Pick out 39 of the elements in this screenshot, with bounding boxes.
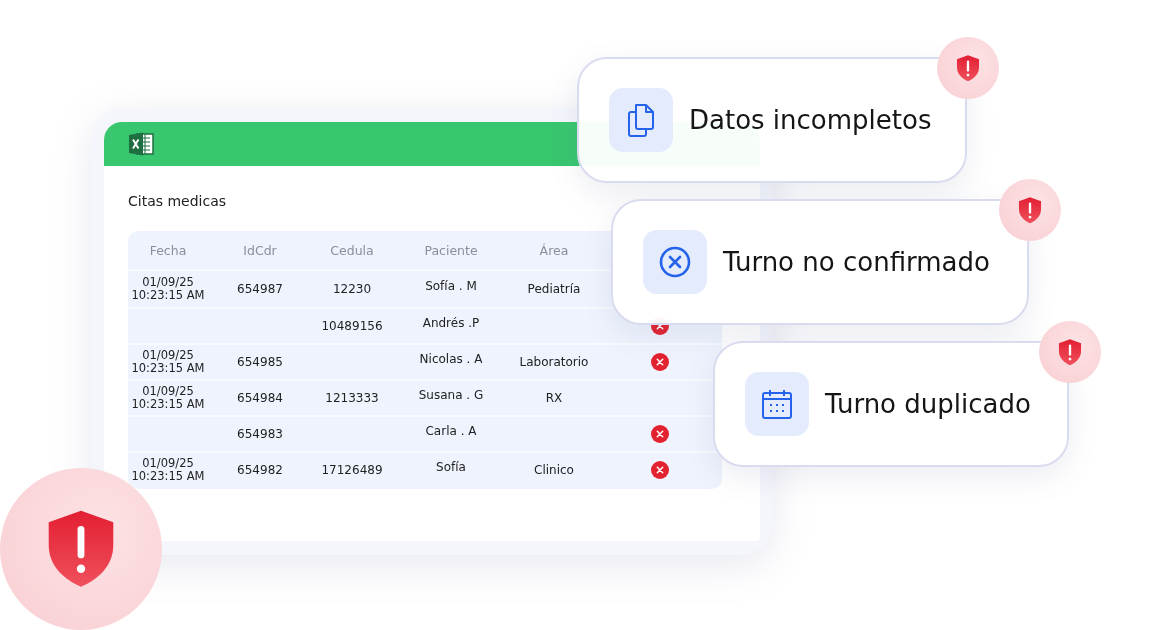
table-cell: 654984 [237,391,283,405]
table-cell: Carla . A [425,424,477,438]
table-cell: 654983 [237,427,283,441]
alert-label: Turno duplicado [825,389,1031,419]
table-cell: RX [545,391,563,405]
column-header: Área [538,242,570,258]
shield-alert-icon [1057,337,1083,367]
table-cell: 17126489 [321,463,383,477]
table-cell: Clinico [534,463,574,477]
date-cell: 01/09/25 10:23:15 AM [131,276,205,302]
table-cell: Sofía . M [425,279,477,293]
column-header: Fecha [148,242,188,258]
table-cell: 654982 [237,463,283,477]
shield-alert-icon [955,53,981,83]
date-cell: 01/09/25 10:23:15 AM [131,385,205,411]
table-cell: 12230 [332,282,372,296]
table-cell: 654987 [237,282,283,296]
table-cell: Susana . G [418,388,484,402]
column-header: IdCdr [242,242,278,258]
spreadsheet-app-icon [128,131,154,157]
table-cell: Andrés .P [422,316,480,330]
table-cell: 10489156 [321,319,383,333]
table-cell: Pediatría [527,282,581,296]
table-cell: Nicolas . A [419,352,483,366]
table-cell: Sofía [436,460,466,474]
documents-icon [627,103,655,137]
shield-alert-icon [1017,195,1043,225]
date-cell: 01/09/25 10:23:15 AM [131,457,205,483]
table-cell: 654985 [237,355,283,369]
alert-label: Datos incompletos [689,105,932,135]
cancel-circle-icon [659,246,691,278]
calendar-icon [761,388,793,420]
column-header: Paciente [423,242,479,258]
table-cell: Laboratorio [519,355,589,369]
date-cell: 01/09/25 10:23:15 AM [131,349,205,375]
alert-label: Turno no confirmado [723,247,990,277]
sheet-title: Citas medicas [128,193,228,209]
column-header: Cedula [329,242,375,258]
table-cell: 1213333 [325,391,379,405]
